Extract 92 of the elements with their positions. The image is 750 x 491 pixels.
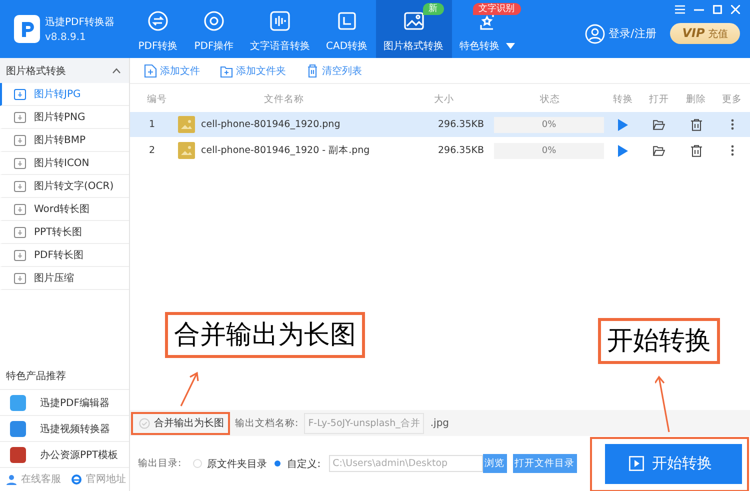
nav-tab[interactable]: 文字语音转换 [242,0,318,58]
file-name: cell-phone-801946_1920 - 副本.png [201,144,370,157]
app-name: 迅捷PDF转换器 [45,16,114,29]
column-header: 删除 [685,92,707,106]
menu-icon[interactable] [675,5,685,14]
sidebar-item[interactable]: 图片压缩 [0,267,129,290]
toolbar-button[interactable]: 添加文件夹 [220,64,286,78]
sidebar-item[interactable]: 图片转PNG [0,106,129,129]
sidebar-item[interactable]: 图片转ICON [0,152,129,175]
annotation-callout: 开始转换 [598,318,720,364]
annotation-arrow [655,374,673,434]
minimize-icon[interactable] [694,8,704,10]
sidebar-item[interactable]: 图片转BMP [0,129,129,152]
gear-icon [202,9,226,33]
dir-radio[interactable]: 自定义: [273,456,321,470]
close-icon[interactable] [731,5,740,14]
app-icon [10,446,26,462]
sidebar-section-header[interactable]: 图片格式转换 [0,58,129,83]
trash-icon[interactable] [690,144,702,156]
start-convert-button[interactable]: 开始转换 [605,444,742,484]
row-number: 2 [148,145,156,156]
nav-tab[interactable]: PDF操作 [186,0,242,58]
more-icon[interactable] [730,119,734,130]
file-name: cell-phone-801946_1920.png [201,119,340,130]
column-header: 转换 [612,92,634,106]
app-logo-icon [14,15,40,43]
user-icon [6,474,17,484]
nav-tab[interactable]: 文字识别 特色转换 [452,0,523,58]
login-link[interactable]: 登录/注册 [584,24,656,44]
promo-item[interactable]: 迅捷视频转换器 [0,415,129,441]
open-folder-button[interactable]: 打开文件目录 [512,454,577,473]
annotation-callout: 合并输出为长图 [165,312,365,358]
user-icon [584,24,605,44]
file-size: 296.35KB [437,119,485,130]
add-folder-icon [220,64,233,78]
nav-tab[interactable]: CAD转换 [318,0,376,58]
globe-icon [71,474,82,484]
toolbar-button[interactable]: 添加文件 [144,64,200,78]
trash-icon [306,64,319,78]
toolbar-button[interactable]: 清空列表 [306,64,362,78]
vip-recharge-button[interactable]: VIP 充值 [670,23,740,44]
nav-tab[interactable]: PDF转换 [130,0,186,58]
promo-item[interactable]: 办公资源PPT模板 [0,441,129,467]
swap-arrows-icon [146,9,170,33]
column-header: 更多 [721,92,743,106]
play-icon[interactable] [618,144,628,156]
trash-icon[interactable] [690,118,702,130]
browse-button[interactable]: 浏览 [482,454,507,473]
radio-icon [193,459,202,468]
play-icon[interactable] [618,118,628,130]
more-icon[interactable] [730,145,734,156]
promo-title: 特色产品推荐 [5,370,67,384]
sidebar-item[interactable]: 图片转文字(OCR) [0,175,129,198]
column-header: 大小 [433,92,455,106]
add-file-icon [144,64,157,78]
sidebar-item[interactable]: Word转长图 [0,198,129,221]
row-number: 1 [148,119,156,130]
column-header: 文件名称 [263,92,305,106]
image-file-icon [178,142,195,159]
app-icon [10,394,26,410]
output-dir-label: 输出目录: [138,457,182,470]
sidebar-item[interactable]: PDF转长图 [0,244,129,267]
footer-link[interactable]: 在线客服 [6,472,61,486]
file-row[interactable]: 1 cell-phone-801946_1920.png 296.35KB 0% [130,112,750,137]
tab-badge: 新 [422,3,444,15]
merge-checkbox[interactable]: 合并输出为长图 [134,414,229,432]
dir-radio[interactable]: 原文件夹目录 [193,456,268,470]
folder-icon[interactable] [653,120,665,130]
column-header: 打开 [648,92,670,106]
footer-link[interactable]: 官网地址 [71,472,126,486]
tab-badge: 文字识别 [472,3,521,15]
progress-text: 0% [542,120,556,130]
progress-text: 0% [542,146,556,156]
file-extension: .jpg [430,418,450,428]
app-version: v8.8.9.1 [45,32,87,43]
app-icon [10,420,26,436]
image-file-icon [178,116,195,133]
sidebar-item[interactable]: PPT转长图 [0,221,129,244]
maximize-icon[interactable] [713,5,722,14]
check-circle-icon [139,418,150,428]
sound-wave-icon [268,9,292,33]
output-name-label: 输出文档名称: [235,416,298,430]
file-row[interactable]: 2 cell-phone-801946_1920 - 副本.png 296.35KB 0% [130,138,750,163]
folder-icon[interactable] [653,146,665,156]
play-icon [629,456,644,471]
nav-tab[interactable]: 新 图片格式转换 [376,0,452,58]
column-header: 编号 [146,92,168,106]
column-header: 状态 [539,92,561,106]
sidebar-item[interactable]: 图片转JPG [0,83,129,106]
file-size: 296.35KB [437,145,485,156]
radio-icon [273,459,282,468]
promo-item[interactable]: 迅捷PDF编辑器 [0,389,129,415]
